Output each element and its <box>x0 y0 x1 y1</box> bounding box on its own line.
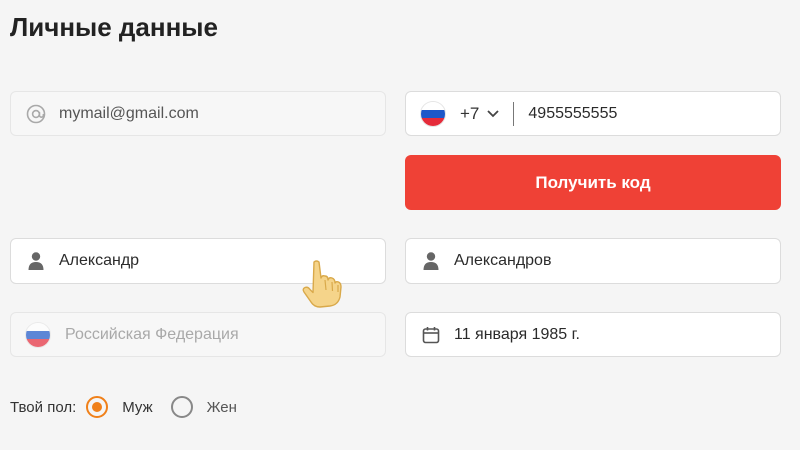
phone-field[interactable]: +7 4955555555 <box>405 91 781 136</box>
chevron-down-icon[interactable] <box>487 105 500 123</box>
page-title: Личные данные <box>10 12 218 42</box>
email-field[interactable]: mymail@gmail.com <box>10 91 386 136</box>
last-name-value: Александров <box>454 252 552 269</box>
gender-label: Твой пол: <box>10 398 77 416</box>
get-code-button[interactable]: Получить код <box>405 155 781 210</box>
calendar-icon <box>420 324 442 346</box>
divider <box>513 101 515 126</box>
radio-female[interactable] <box>170 396 193 418</box>
hand-cursor-icon <box>300 258 350 313</box>
country-field[interactable]: Российская Федерация <box>10 312 386 357</box>
at-icon <box>25 103 47 125</box>
user-icon <box>420 250 442 272</box>
birth-date-value: 11 января 1985 г. <box>454 325 580 343</box>
birth-date-field[interactable]: 11 января 1985 г. <box>405 312 781 357</box>
russia-flag-icon <box>420 100 446 127</box>
last-name-field[interactable]: Александров <box>405 238 781 284</box>
gender-selector: Твой пол: Муж Жен <box>10 393 237 421</box>
user-icon <box>25 250 47 272</box>
first-name-value: Александр <box>59 252 140 269</box>
country-placeholder: Российская Федерация <box>65 325 239 343</box>
email-value: mymail@gmail.com <box>59 104 199 122</box>
phone-number-input[interactable]: 4955555555 <box>528 105 617 123</box>
country-code[interactable]: +7 <box>460 104 479 124</box>
russia-flag-icon <box>25 321 51 348</box>
radio-male-label[interactable]: Муж <box>122 399 152 416</box>
radio-female-label[interactable]: Жен <box>207 399 237 416</box>
radio-selected-dot <box>92 402 103 412</box>
radio-male[interactable] <box>86 396 109 418</box>
